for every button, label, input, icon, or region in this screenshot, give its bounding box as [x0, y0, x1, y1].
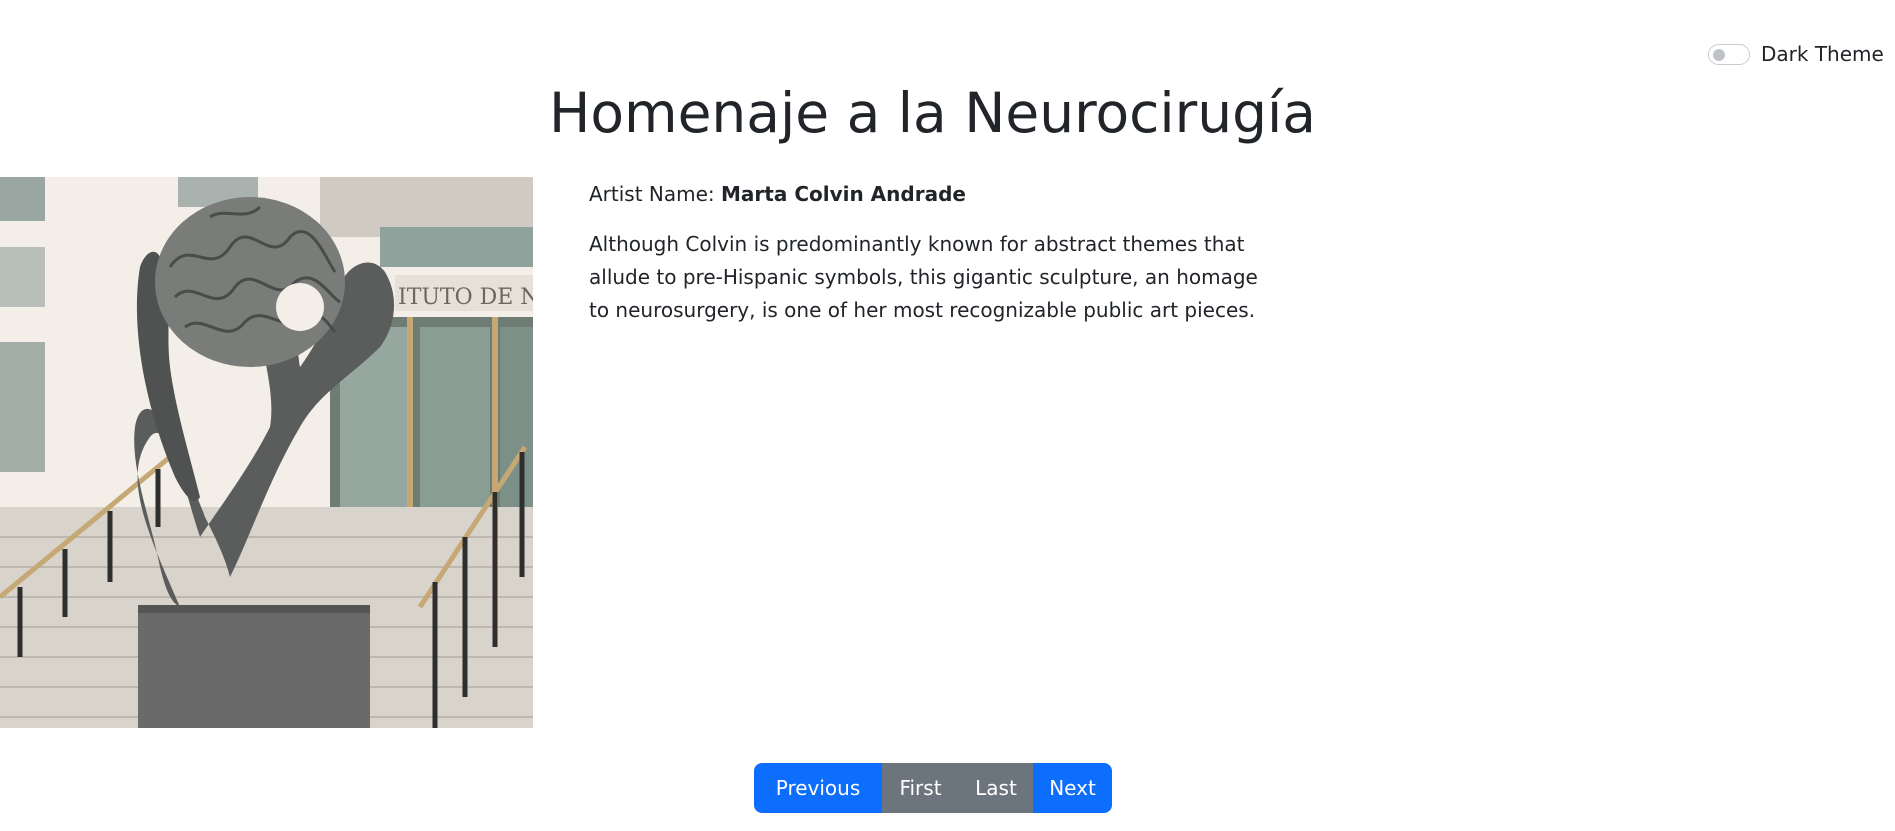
- theme-switch-label: Dark Theme: [1761, 42, 1884, 66]
- pagination: Previous First Last Next: [754, 763, 1112, 813]
- artwork-details: Artist Name: Marta Colvin Andrade Althou…: [589, 176, 1289, 327]
- artwork-image: ITUTO DE NE: [0, 177, 533, 728]
- next-button[interactable]: Next: [1033, 763, 1112, 813]
- artwork-description: Although Colvin is predominantly known f…: [589, 232, 1258, 322]
- last-button[interactable]: Last: [959, 763, 1033, 813]
- theme-switch[interactable]: [1708, 43, 1750, 65]
- artist-name: Marta Colvin Andrade: [721, 182, 966, 206]
- building-sign-text: ITUTO DE NE: [398, 285, 533, 310]
- previous-button[interactable]: Previous: [754, 763, 882, 813]
- switch-knob: [1713, 48, 1725, 61]
- dark-theme-toggle[interactable]: Dark Theme: [1708, 38, 1884, 70]
- first-button[interactable]: First: [882, 763, 959, 813]
- artist-label: Artist Name:: [589, 182, 715, 206]
- page-title: Homenaje a la Neurocirugía: [548, 81, 1317, 145]
- artist-line: Artist Name: Marta Colvin Andrade: [589, 176, 1289, 212]
